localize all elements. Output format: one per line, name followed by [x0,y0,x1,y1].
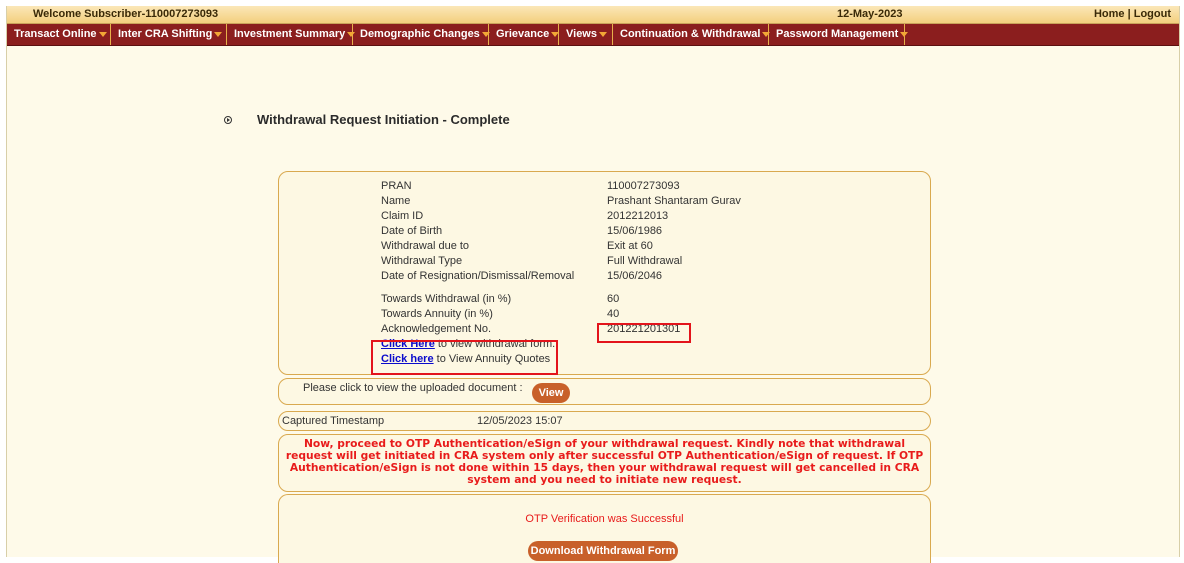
download-withdrawal-form-button[interactable]: Download Withdrawal Form [528,541,678,561]
timestamp-panel: Captured Timestamp 12/05/2023 15:07 [278,411,931,431]
otp-notice-panel: Now, proceed to OTP Authentication/eSign… [278,434,931,492]
page-title: Withdrawal Request Initiation - Complete [225,112,510,127]
detail-label: Claim ID [381,210,424,222]
detail-value: 15/06/1986 [607,225,663,237]
top-bar: Welcome Subscriber-110007273093 12-May-2… [7,6,1179,24]
menu-label: Investment Summary [234,28,346,40]
welcome-text: Welcome Subscriber-110007273093 [33,8,219,20]
current-date: 12-May-2023 [837,8,903,20]
detail-value: 110007273093 [607,180,680,192]
detail-value: 60 [607,293,620,305]
home-link[interactable]: Home [1094,8,1125,20]
home-logout-links: Home | Logout [1094,8,1171,20]
menu-password-management[interactable]: Password Management [769,24,909,45]
chevron-down-icon [214,31,223,37]
otp-success-message: OTP Verification was Successful [525,513,684,525]
detail-label: Withdrawal Type [381,255,463,267]
upload-prompt: Please click to view the uploaded docume… [303,382,523,394]
detail-label: Date of Birth [381,225,443,237]
timestamp-value: 12/05/2023 15:07 [477,415,563,427]
link-separator: | [1127,8,1131,20]
menu-inter-cra-shifting[interactable]: Inter CRA Shifting [111,24,227,45]
detail-value: 2012212013 [607,210,669,222]
chevron-down-icon [900,31,909,37]
main-menu: Transact Online Inter CRA Shifting Inves… [7,24,1179,46]
menu-demographic-changes[interactable]: Demographic Changes [353,24,490,45]
detail-label: Date of Resignation/Dismissal/Removal [381,270,575,282]
menu-label: Continuation & Withdrawal [620,28,761,40]
logout-link[interactable]: Logout [1134,8,1171,20]
withdrawal-details-panel: PRAN 110007273093 Name Prashant Shantara… [278,171,931,375]
links-highlight [371,340,558,375]
chevron-down-icon [599,31,607,37]
otp-status-panel: OTP Verification was Successful Download… [278,494,931,563]
menu-label: Views [566,28,597,40]
detail-value: 15/06/2046 [607,270,663,282]
menu-label: Demographic Changes [360,28,480,40]
page-frame: Welcome Subscriber-110007273093 12-May-2… [6,6,1180,563]
chevron-down-icon [551,31,560,37]
detail-label: Name [381,195,411,207]
detail-value: Full Withdrawal [607,255,683,267]
detail-label: Acknowledgement No. [381,323,492,335]
menu-grievance[interactable]: Grievance [489,24,560,45]
view-document-button[interactable]: View [532,383,570,403]
detail-label: Towards Annuity (in %) [381,308,493,320]
menu-transact-online[interactable]: Transact Online [7,24,111,45]
menu-views[interactable]: Views [559,24,613,45]
detail-label: PRAN [381,180,412,192]
chevron-down-icon [98,31,107,37]
detail-label: Towards Withdrawal (in %) [381,293,512,305]
timestamp-label: Captured Timestamp [282,415,385,427]
menu-continuation-withdrawal[interactable]: Continuation & Withdrawal [613,24,771,45]
menu-label: Grievance [496,28,550,40]
otp-notice-text: Now, proceed to OTP Authentication/eSign… [285,437,924,486]
menu-investment-summary[interactable]: Investment Summary [227,24,356,45]
uploaded-document-panel: Please click to view the uploaded docume… [278,378,931,405]
detail-label: Withdrawal due to [381,240,470,252]
menu-label: Password Management [776,28,899,40]
page-title-text: Withdrawal Request Initiation - Complete [257,112,510,127]
acknowledgement-highlight [597,323,691,343]
menu-label: Transact Online [14,28,97,40]
menu-label: Inter CRA Shifting [118,28,213,40]
detail-value: 40 [607,308,620,320]
detail-value: Exit at 60 [607,240,653,252]
detail-value: Prashant Shantaram Gurav [607,195,741,207]
